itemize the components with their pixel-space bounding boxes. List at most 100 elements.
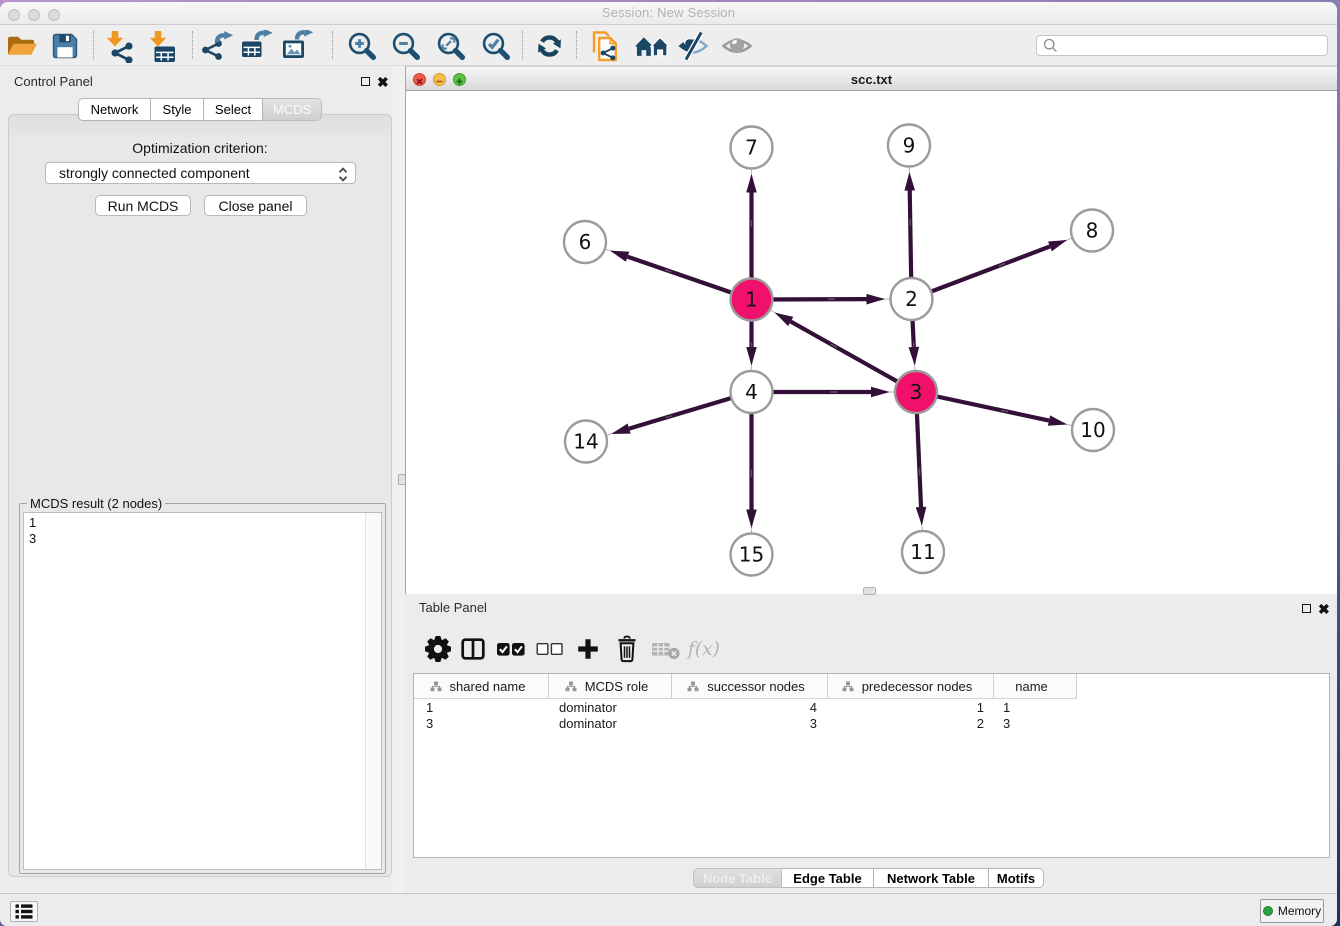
graph-node-2[interactable]: 2 <box>891 278 933 320</box>
control-panel-tab-select[interactable]: Select <box>204 98 263 121</box>
column-header-MCDS-role[interactable]: MCDS role <box>549 674 672 699</box>
export-network-icon[interactable] <box>199 28 235 64</box>
graph-node-9[interactable]: 9 <box>888 125 930 167</box>
control-panel-tab-mcds[interactable]: MCDS <box>263 98 322 121</box>
hide-selected-icon[interactable] <box>675 28 711 64</box>
graph-edge-2-8[interactable] <box>912 238 1072 299</box>
column-header-predecessor-nodes[interactable]: predecessor nodes <box>828 674 994 699</box>
table-panel-close-icon[interactable]: ✖ <box>1318 604 1330 614</box>
zoom-selected-icon[interactable] <box>478 28 514 64</box>
memory-button[interactable]: Memory <box>1260 899 1324 923</box>
graph-node-14[interactable]: 14 <box>565 421 607 463</box>
cell-1-successor-nodes[interactable]: 3 <box>810 716 817 732</box>
search-input[interactable] <box>1062 38 1327 54</box>
network-window-titlebar[interactable]: scc.txt <box>406 66 1337 91</box>
graph-node-8[interactable]: 8 <box>1071 210 1113 252</box>
select-all-columns-icon[interactable] <box>494 630 528 668</box>
table-tab-network-table[interactable]: Network Table <box>874 868 989 888</box>
main-toolbar <box>0 25 1337 66</box>
search-box[interactable] <box>1036 35 1328 56</box>
open-session-icon[interactable] <box>4 28 40 64</box>
save-session-icon[interactable] <box>47 28 83 64</box>
graph-edge-4-14[interactable] <box>607 392 751 435</box>
graph-node-10[interactable]: 10 <box>1072 409 1114 451</box>
table-tab-node-table[interactable]: Node Table <box>693 868 782 888</box>
svg-text:15: 15 <box>739 543 764 567</box>
apply-layout-icon[interactable] <box>532 28 568 64</box>
graph-edge-3-10[interactable] <box>916 392 1071 426</box>
export-image-icon[interactable] <box>278 28 314 64</box>
import-table-icon[interactable] <box>142 28 178 64</box>
graph-edge-1-6[interactable] <box>606 249 752 299</box>
column-type-icon <box>842 681 854 692</box>
svg-text:1: 1 <box>745 288 758 312</box>
app-window: Session: New Session <box>0 2 1337 926</box>
graph-node-3[interactable]: 3 <box>895 371 937 413</box>
app-titlebar[interactable]: Session: New Session <box>0 2 1337 25</box>
graph-node-6[interactable]: 6 <box>564 221 606 263</box>
table-panel-float-icon[interactable] <box>1302 604 1311 613</box>
svg-text:4: 4 <box>745 380 758 404</box>
network-canvas[interactable]: 1 2 3 4 6 7 8 9 10 11 14 15 <box>406 91 1337 594</box>
toggle-panes-icon[interactable] <box>456 630 490 668</box>
table-settings-icon[interactable] <box>421 630 455 668</box>
horizontal-split-grip[interactable] <box>863 587 876 595</box>
cell-0-shared-name[interactable]: 1 <box>426 700 433 716</box>
optimization-criterion-label: Optimization criterion: <box>9 140 391 156</box>
graph-node-1[interactable]: 1 <box>731 279 773 321</box>
cell-1-MCDS-role[interactable]: dominator <box>559 716 617 732</box>
import-network-icon[interactable] <box>99 28 135 64</box>
zoom-fit-icon[interactable] <box>433 28 469 64</box>
control-panel-float-icon[interactable] <box>361 77 370 86</box>
control-panel-tab-network[interactable]: Network <box>78 98 151 121</box>
criterion-dropdown[interactable]: strongly connected component <box>45 162 356 184</box>
column-header-label: predecessor nodes <box>862 679 973 694</box>
memory-label: Memory <box>1278 904 1321 918</box>
column-header-name[interactable]: name <box>994 674 1077 699</box>
column-header-shared-name[interactable]: shared name <box>414 674 549 699</box>
column-header-label: name <box>1015 679 1048 694</box>
control-panel-close-icon[interactable]: ✖ <box>377 77 389 87</box>
export-table-icon[interactable] <box>238 28 274 64</box>
mcds-result-textarea[interactable]: 13 <box>23 512 382 870</box>
graph-node-4[interactable]: 4 <box>731 371 773 413</box>
svg-text:10: 10 <box>1080 418 1105 442</box>
run-mcds-button[interactable]: Run MCDS <box>95 195 191 216</box>
column-header-label: successor nodes <box>707 679 805 694</box>
delete-columns-icon[interactable] <box>610 630 644 668</box>
control-panel-title: Control Panel <box>14 74 93 89</box>
cell-1-name[interactable]: 3 <box>1003 716 1010 732</box>
column-header-successor-nodes[interactable]: successor nodes <box>672 674 828 699</box>
cell-1-predecessor-nodes[interactable]: 2 <box>977 716 984 732</box>
function-builder-icon: f(x) <box>686 630 720 668</box>
create-column-icon[interactable] <box>571 630 605 668</box>
graph-node-7[interactable]: 7 <box>731 127 773 169</box>
zoom-out-icon[interactable] <box>388 28 424 64</box>
cell-0-predecessor-nodes[interactable]: 1 <box>977 700 984 716</box>
control-panel-tabs: NetworkStyleSelectMCDS <box>78 98 322 121</box>
zoom-in-icon[interactable] <box>344 28 380 64</box>
unselect-all-columns-icon[interactable] <box>532 630 566 668</box>
first-neighbors-icon[interactable] <box>634 28 670 64</box>
table-tab-edge-table[interactable]: Edge Table <box>782 868 874 888</box>
new-network-from-selection-icon[interactable] <box>586 28 622 64</box>
delete-table-icon <box>649 630 683 668</box>
control-panel-tab-style[interactable]: Style <box>151 98 204 121</box>
show-all-icon[interactable] <box>719 28 755 64</box>
cell-0-MCDS-role[interactable]: dominator <box>559 700 617 716</box>
close-panel-button[interactable]: Close panel <box>204 195 307 216</box>
cell-0-name[interactable]: 1 <box>1003 700 1010 716</box>
cell-1-shared-name[interactable]: 3 <box>426 716 433 732</box>
graph-edge-3-1[interactable] <box>771 310 916 392</box>
result-scrollbar[interactable] <box>365 513 381 869</box>
graph-node-15[interactable]: 15 <box>731 534 773 576</box>
graph-node-11[interactable]: 11 <box>902 531 944 573</box>
show-panels-button[interactable] <box>10 901 38 922</box>
cell-0-successor-nodes[interactable]: 4 <box>810 700 817 716</box>
table-tab-motifs[interactable]: Motifs <box>989 868 1044 888</box>
search-icon <box>1043 38 1058 53</box>
svg-text:9: 9 <box>903 134 916 158</box>
toolbar-separator <box>93 31 94 59</box>
column-header-label: MCDS role <box>585 679 649 694</box>
memory-status-dot <box>1263 906 1273 916</box>
